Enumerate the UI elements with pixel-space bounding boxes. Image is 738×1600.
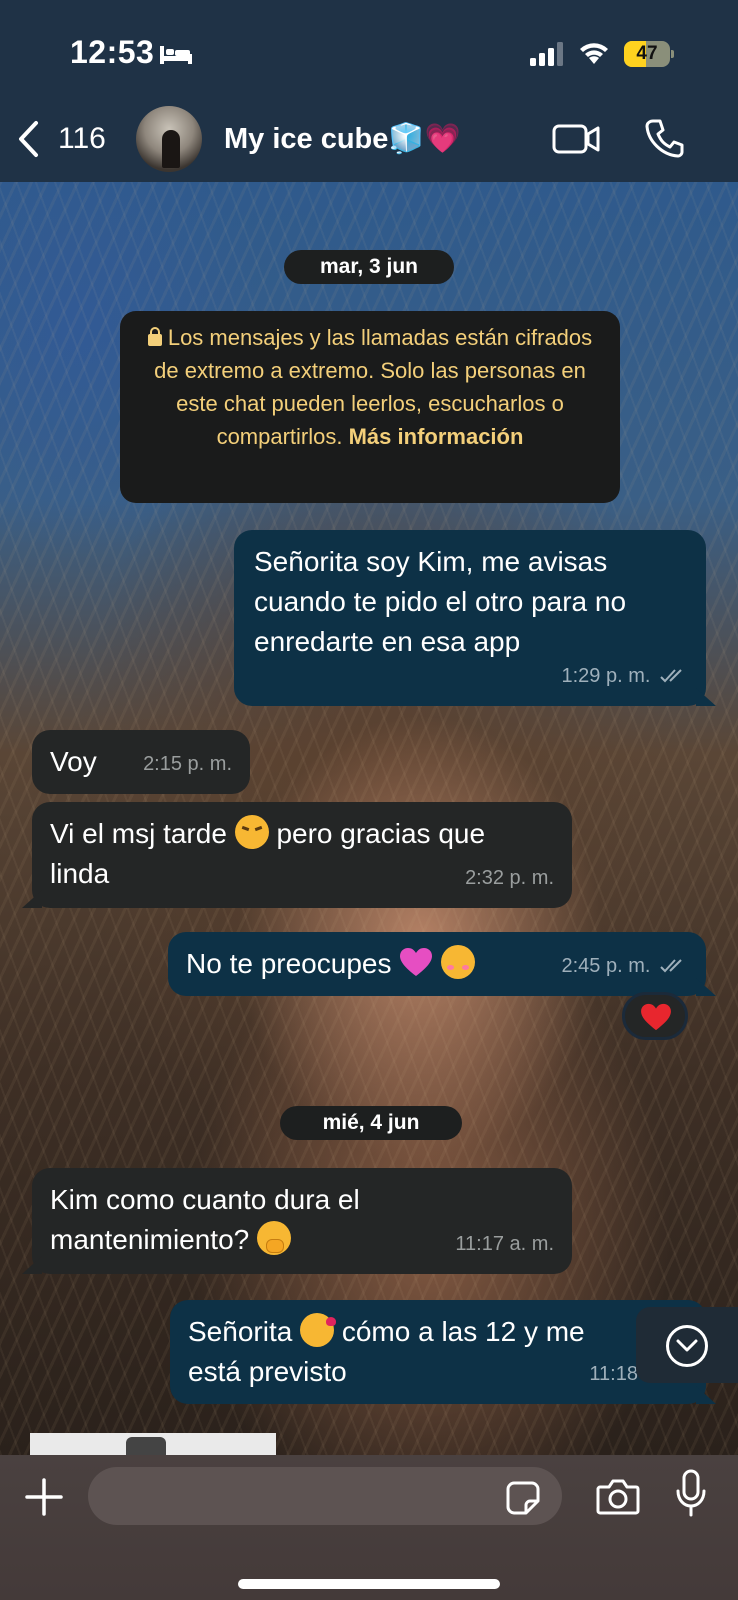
double-check-icon — [660, 959, 682, 973]
video-icon[interactable] — [552, 120, 600, 156]
message-incoming[interactable]: Kim como cuanto dura el mantenimiento? 1… — [22, 1168, 572, 1274]
message-time: 11:17 a. m. — [455, 1233, 554, 1255]
image-message-preview[interactable] — [30, 1433, 276, 1455]
avatar[interactable] — [136, 106, 202, 172]
message-text: Señorita soy Kim, me avisas cuando te pi… — [254, 546, 627, 657]
message-time: 1:29 p. m. — [561, 665, 651, 687]
face-blowing-kiss-emoji-icon — [300, 1313, 337, 1347]
message-meta: 1:29 p. m. — [562, 656, 689, 696]
message-text: Vi el msj tarde — [50, 818, 227, 849]
more-info-link[interactable]: Más información — [349, 424, 524, 449]
signal-icon — [530, 42, 563, 66]
message-outgoing[interactable]: Señorita cómo a las 12 y me está previst… — [170, 1300, 716, 1404]
message-text: Kim como cuanto dura el mantenimiento? — [50, 1184, 360, 1255]
message-time: 2:45 p. m. — [561, 955, 651, 977]
battery-percent: 47 — [636, 43, 658, 64]
message-time: 2:15 p. m. — [143, 753, 232, 775]
message-text: Señorita — [188, 1316, 293, 1347]
phone-icon[interactable] — [645, 118, 685, 158]
bed-icon — [160, 46, 192, 64]
message-incoming[interactable]: Voy 2:15 p. m. — [32, 730, 250, 794]
encryption-notice[interactable]: Los mensajes y las llamadas están cifrad… — [120, 311, 620, 503]
date-separator: mié, 4 jun — [280, 1106, 462, 1140]
message-outgoing[interactable]: No te preocupes 2:45 p. m. — [168, 932, 716, 996]
chevron-down-icon — [676, 1339, 698, 1352]
camera-icon[interactable] — [596, 1477, 640, 1515]
unread-count[interactable]: 116 — [58, 122, 106, 156]
plus-icon[interactable] — [24, 1477, 64, 1517]
sticker-icon[interactable] — [506, 1481, 540, 1515]
chat-header: 116 My ice cube🧊💗 — [0, 100, 738, 182]
pink-heart-emoji-icon — [400, 948, 433, 976]
sad-face-emoji-icon — [234, 815, 269, 849]
scroll-to-bottom-button[interactable] — [636, 1307, 738, 1383]
message-outgoing[interactable]: Señorita soy Kim, me avisas cuando te pi… — [234, 530, 716, 706]
battery-indicator: 47 — [624, 41, 674, 67]
contact-name[interactable]: My ice cube🧊💗 — [224, 122, 461, 156]
message-text-continued: cómo a las 12 y me — [341, 1316, 585, 1347]
message-input[interactable] — [88, 1467, 562, 1525]
message-incoming[interactable]: Vi el msj tarde pero gracias que linda 2… — [22, 802, 572, 908]
double-check-icon — [660, 669, 682, 683]
message-text: No te preocupes — [186, 948, 392, 979]
face-with-hand-over-mouth-emoji-icon — [257, 1221, 292, 1255]
wifi-icon — [580, 43, 608, 64]
message-time: 2:32 p. m. — [465, 867, 554, 889]
date-separator: mar, 3 jun — [284, 250, 454, 284]
status-time: 12:53 — [70, 34, 155, 70]
heart-icon — [641, 1003, 671, 1031]
composer-bar — [0, 1455, 738, 1600]
back-icon[interactable] — [16, 120, 40, 158]
status-bar: 12:53 47 — [0, 0, 738, 100]
smiling-face-with-hearts-emoji-icon — [441, 945, 476, 979]
home-indicator — [238, 1579, 500, 1589]
message-reaction[interactable] — [622, 992, 688, 1040]
mic-icon[interactable] — [676, 1469, 706, 1519]
lock-icon — [147, 327, 162, 346]
